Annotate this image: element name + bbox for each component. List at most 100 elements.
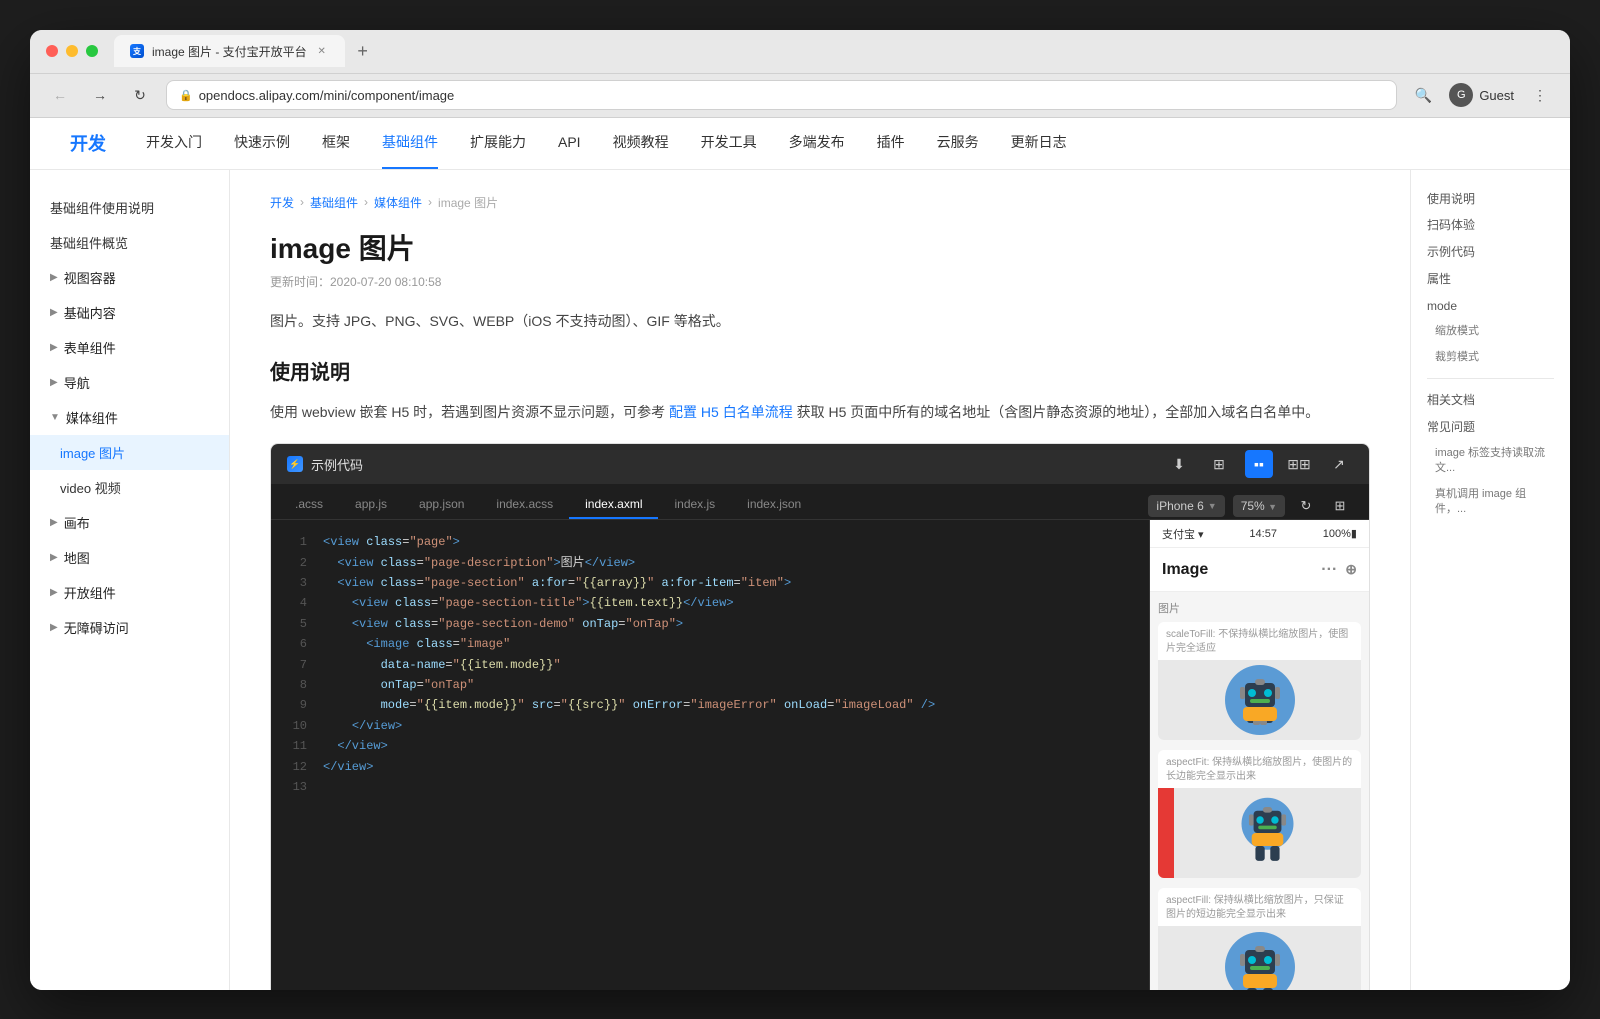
zoom-selector[interactable]: 75% ▼: [1233, 495, 1285, 517]
nav-item-components[interactable]: 基础组件: [382, 118, 438, 169]
sidebar-item-map[interactable]: ▶ 地图: [30, 540, 229, 575]
tab-indexacss[interactable]: index.acss: [480, 491, 569, 519]
breadcrumb: 开发 › 基础组件 › 媒体组件 › image 图片: [270, 194, 1370, 211]
config-link[interactable]: 配置 H5 白名单流程: [669, 404, 793, 420]
toc-item-example[interactable]: 示例代码: [1411, 239, 1570, 266]
sidebar-item-video[interactable]: video 视频: [30, 470, 229, 505]
sidebar-item-canvas[interactable]: ▶ 画布: [30, 505, 229, 540]
device-selector[interactable]: iPhone 6 ▼: [1148, 495, 1224, 517]
sidebar-item-view-container[interactable]: ▶ 视图容器: [30, 260, 229, 295]
minimize-button[interactable]: [66, 45, 78, 57]
page-title: image 图片: [270, 227, 1370, 267]
sidebar-item-media[interactable]: ▼ 媒体组件: [30, 400, 229, 435]
nav-item-api[interactable]: API: [558, 118, 581, 169]
tab-bar: 支 image 图片 - 支付宝开放平台 ✕ +: [114, 35, 1554, 67]
nav-item-publish[interactable]: 多端发布: [789, 118, 845, 169]
code-line-11: 11 </view>: [287, 736, 1133, 756]
refresh-btn[interactable]: ↻: [1293, 493, 1319, 519]
toc-divider: [1427, 378, 1554, 379]
nav-item-cloud[interactable]: 云服务: [937, 118, 979, 169]
lock-icon: 🔒: [179, 89, 193, 102]
phone-image-3: [1158, 926, 1361, 989]
toc-item-faq[interactable]: 常见问题: [1411, 414, 1570, 441]
phone-content[interactable]: 图片 scaleToFill: 不保持纵横比缩放图片，使图片完全适应: [1150, 592, 1369, 989]
nav-item-tools[interactable]: 开发工具: [701, 118, 757, 169]
sidebar-item-accessibility[interactable]: ▶ 无障碍访问: [30, 610, 229, 645]
nav-item-plugin[interactable]: 插件: [877, 118, 905, 169]
phone-header-settings[interactable]: ⊕: [1345, 561, 1357, 578]
search-icon[interactable]: 🔍: [1409, 81, 1437, 109]
code-line-4: 4 <view class="page-section-title">{{ite…: [287, 593, 1133, 613]
maximize-button[interactable]: [86, 45, 98, 57]
nav-item-intro[interactable]: 开发入门: [146, 118, 202, 169]
reload-button[interactable]: ↻: [126, 81, 154, 109]
section-desc: 使用 webview 嵌套 H5 时，若遇到图片资源不显示问题，可参考 配置 H…: [270, 401, 1370, 423]
address-bar: ← → ↻ 🔒 opendocs.alipay.com/mini/compone…: [30, 74, 1570, 118]
new-tab-button[interactable]: +: [349, 37, 377, 65]
phone-battery: 100%▮: [1323, 527, 1357, 540]
back-button[interactable]: ←: [46, 81, 74, 109]
user-account-button[interactable]: G Guest: [1449, 83, 1514, 107]
toc-item-faq1[interactable]: image 标签支持读取流文...: [1411, 441, 1570, 482]
code-line-1: 1 <view class="page">: [287, 532, 1133, 552]
phone-header-more[interactable]: ···: [1321, 561, 1337, 579]
main-content: 开发 › 基础组件 › 媒体组件 › image 图片 image 图片 更新时…: [230, 170, 1410, 990]
demo-title: 示例代码: [311, 455, 363, 474]
update-time: 更新时间：2020-07-20 08:10:58: [270, 273, 1370, 290]
toc-item-related[interactable]: 相关文档: [1411, 387, 1570, 414]
share-btn[interactable]: ↗: [1325, 450, 1353, 478]
active-tab[interactable]: 支 image 图片 - 支付宝开放平台 ✕: [114, 35, 345, 67]
toc-item-scale[interactable]: 缩放模式: [1411, 319, 1570, 344]
toc-item-crop[interactable]: 裁剪模式: [1411, 345, 1570, 370]
sidebar-item-nav[interactable]: ▶ 导航: [30, 365, 229, 400]
nav-item-quickstart[interactable]: 快速示例: [234, 118, 290, 169]
phone-preview: 支付宝 ▾ 14:57 100%▮ Image ··· ⊕: [1149, 520, 1369, 989]
toc-item-usage[interactable]: 使用说明: [1411, 186, 1570, 213]
tab-indexjson[interactable]: index.json: [731, 491, 817, 519]
toc-item-qr[interactable]: 扫码体验: [1411, 212, 1570, 239]
editor-body: 1 <view class="page"> 2 <view class="pag…: [271, 520, 1369, 989]
sidebar-item-basic-content[interactable]: ▶ 基础内容: [30, 295, 229, 330]
toc-item-mode[interactable]: mode: [1411, 293, 1570, 320]
right-sidebar: 使用说明 扫码体验 示例代码 属性 mode 缩放模式 裁剪模式 相关文档 常见…: [1410, 170, 1570, 990]
code-area[interactable]: 1 <view class="page"> 2 <view class="pag…: [271, 520, 1149, 989]
nav-item-changelog[interactable]: 更新日志: [1011, 118, 1067, 169]
sidebar-item-overview[interactable]: 基础组件概览: [30, 225, 229, 260]
forward-button[interactable]: →: [86, 81, 114, 109]
toc-item-props[interactable]: 属性: [1411, 266, 1570, 293]
url-bar[interactable]: 🔒 opendocs.alipay.com/mini/component/ima…: [166, 80, 1397, 110]
tab-appjson[interactable]: app.json: [403, 491, 480, 519]
phone-image-demo-1: scaleToFill: 不保持纵横比缩放图片，使图片完全适应: [1158, 622, 1361, 740]
phone-image-desc-1: scaleToFill: 不保持纵横比缩放图片，使图片完全适应: [1158, 622, 1361, 660]
tab-indexjs[interactable]: index.js: [658, 491, 731, 519]
phone-app-header: Image ··· ⊕: [1150, 548, 1369, 592]
code-line-10: 10 </view>: [287, 716, 1133, 736]
tab-close-button[interactable]: ✕: [315, 44, 329, 58]
grid-btn[interactable]: ⊞⊞: [1285, 450, 1313, 478]
tab-acss[interactable]: .acss: [279, 491, 339, 519]
expand-btn[interactable]: ⊞: [1327, 493, 1353, 519]
sidebar-item-form[interactable]: ▶ 表单组件: [30, 330, 229, 365]
qr-btn[interactable]: ⊞: [1205, 450, 1233, 478]
site-logo[interactable]: 开发: [70, 130, 106, 156]
toolbar-right: 🔍 G Guest ⋮: [1409, 81, 1554, 109]
page-description: 图片。支持 JPG、PNG、SVG、WEBP（iOS 不支持动图）、GIF 等格…: [270, 310, 1370, 332]
sidebar-item-open[interactable]: ▶ 开放组件: [30, 575, 229, 610]
menu-icon[interactable]: ⋮: [1526, 81, 1554, 109]
code-line-13: 13: [287, 777, 1133, 797]
download-btn[interactable]: ⬇: [1165, 450, 1193, 478]
code-line-9: 9 mode="{{item.mode}}" src="{{src}}" onE…: [287, 695, 1133, 715]
tab-appjs[interactable]: app.js: [339, 491, 403, 519]
toc-item-faq2[interactable]: 真机调用 image 组件，...: [1411, 482, 1570, 523]
phone-image-desc-3: aspectFill: 保持纵横比缩放图片，只保证图片的短边能完全显示出来: [1158, 888, 1361, 926]
sidebar-item-usage[interactable]: 基础组件使用说明: [30, 190, 229, 225]
tab-indexaxml[interactable]: index.axml: [569, 491, 658, 519]
left-sidebar: 基础组件使用说明 基础组件概览 ▶ 视图容器 ▶ 基础内容 ▶ 表单组件: [30, 170, 230, 990]
close-button[interactable]: [46, 45, 58, 57]
sidebar-item-image[interactable]: image 图片: [30, 435, 229, 470]
split-view-btn[interactable]: ▪▪: [1245, 450, 1273, 478]
code-line-12: 12 </view>: [287, 757, 1133, 777]
nav-item-extend[interactable]: 扩展能力: [470, 118, 526, 169]
nav-item-video[interactable]: 视频教程: [613, 118, 669, 169]
nav-item-framework[interactable]: 框架: [322, 118, 350, 169]
